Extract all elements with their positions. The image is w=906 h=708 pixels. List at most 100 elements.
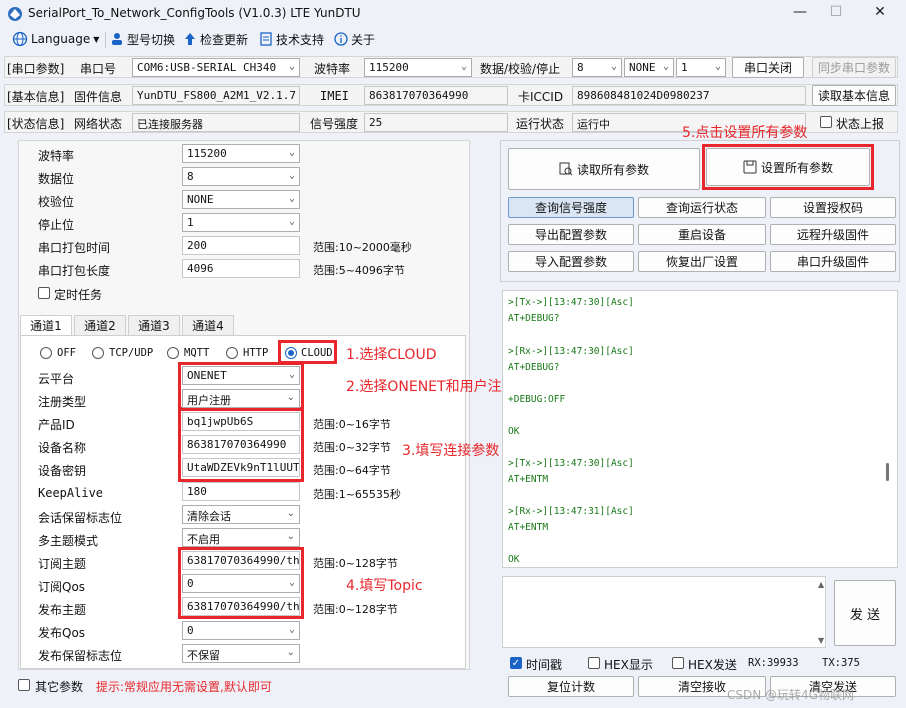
cloud-platform-select[interactable]: ONENET ⌄ [182, 366, 300, 385]
chevron-down-icon: ⌄ [714, 61, 721, 72]
left-scrollbar[interactable] [482, 140, 490, 680]
read-all-button[interactable]: 读取所有参数 [508, 148, 700, 190]
chevron-down-icon: ⌄ [288, 170, 295, 181]
databits-select[interactable]: 8 ⌄ [572, 58, 622, 77]
protocol-tcpudp-radio[interactable] [92, 347, 104, 359]
device-key-input[interactable]: UtaWDZEVk9nT1lUUTA= [182, 458, 300, 477]
serial-close-button[interactable]: 串口关闭 [732, 57, 804, 78]
model-switch-menu[interactable]: 型号切换 [110, 30, 175, 48]
pack-time-label: 串口打包时间 [38, 241, 111, 255]
send-scroll-up-icon[interactable]: ▲ [818, 580, 824, 589]
read-params-icon [559, 162, 573, 176]
keepalive-range: 范围:1~65535秒 [313, 488, 401, 501]
baud-select[interactable]: 115200 ⌄ [364, 58, 472, 77]
support-menu[interactable]: 技术支持 [259, 30, 324, 48]
uart-databits-select[interactable]: 8 ⌄ [182, 167, 300, 186]
close-button[interactable]: ✕ [866, 4, 894, 24]
parity-select[interactable]: NONE ⌄ [624, 58, 674, 77]
check-update-label: 检查更新 [200, 32, 249, 47]
dropdown-arrow-icon: ▼ [93, 34, 100, 44]
sub-qos-select[interactable]: 0 ⌄ [182, 574, 300, 593]
device-name-input[interactable]: 863817070364990 [182, 435, 300, 454]
send-button[interactable]: 发 送 [834, 580, 896, 646]
log-line: AT+DEBUG? [508, 313, 560, 324]
read-basic-info-button[interactable]: 读取基本信息 [812, 85, 896, 106]
hex-show-checkbox[interactable] [588, 657, 600, 669]
log-output[interactable]: >[Tx->][13:47:30][Asc] AT+DEBUG? >[Rx->]… [502, 290, 898, 568]
query-signal-button[interactable]: 查询信号强度 [508, 197, 634, 218]
chevron-down-icon: ⌄ [288, 577, 295, 588]
set-auth-button[interactable]: 设置授权码 [770, 197, 896, 218]
multi-topic-select[interactable]: 不启用 ⌄ [182, 528, 300, 547]
pack-time-input[interactable]: 200 [182, 236, 300, 255]
pub-qos-select[interactable]: 0 ⌄ [182, 621, 300, 640]
log-line: OK [508, 426, 520, 437]
pack-len-input[interactable]: 4096 [182, 259, 300, 278]
protocol-cloud-label: CLOUD [301, 347, 333, 359]
timestamp-checkbox[interactable]: ✓ [510, 657, 522, 669]
minimize-button[interactable]: — [786, 4, 814, 24]
log-scrollbar-thumb[interactable] [886, 463, 889, 481]
check-update-menu[interactable]: 检查更新 [183, 30, 248, 48]
log-line: AT+ENTM [508, 522, 549, 533]
signal-label: 信号强度 [310, 117, 359, 131]
send-scroll-down-icon[interactable]: ▼ [818, 636, 824, 645]
tab-channel-1[interactable]: 通道1 [20, 315, 72, 335]
send-input[interactable] [502, 576, 826, 648]
timer-task-checkbox[interactable] [38, 287, 50, 299]
tab-channel-2[interactable]: 通道2 [74, 315, 126, 335]
remote-upgrade-button[interactable]: 远程升级固件 [770, 224, 896, 245]
sub-topic-input[interactable]: 63817070364990/thin [182, 551, 300, 570]
status-report-checkbox[interactable] [820, 116, 832, 128]
chevron-down-icon: ⌄ [288, 369, 295, 380]
uart-stop-select[interactable]: 1 ⌄ [182, 213, 300, 232]
device-key-range: 范围:0~64字节 [313, 464, 391, 477]
chevron-down-icon: ⌄ [288, 216, 295, 227]
reset-count-button[interactable]: 复位计数 [508, 676, 634, 697]
about-label: 关于 [351, 32, 376, 47]
import-config-button[interactable]: 导入配置参数 [508, 251, 634, 272]
protocol-off-radio[interactable] [40, 347, 52, 359]
session-select[interactable]: 清除会话 ⌄ [182, 505, 300, 524]
product-id-input[interactable]: bq1jwpUb6S [182, 412, 300, 431]
uart-baud-select[interactable]: 115200 ⌄ [182, 144, 300, 163]
export-config-button[interactable]: 导出配置参数 [508, 224, 634, 245]
log-line: +DEBUG:OFF [508, 394, 566, 405]
imei-value: 863817070364990 [364, 86, 508, 105]
keepalive-input[interactable]: 180 [182, 482, 300, 501]
hex-send-checkbox[interactable] [672, 657, 684, 669]
document-icon [260, 32, 272, 46]
hex-send-label: HEX发送 [688, 658, 737, 672]
tab-channel-3[interactable]: 通道3 [128, 315, 180, 335]
serial-upgrade-button[interactable]: 串口升级固件 [770, 251, 896, 272]
protocol-http-radio[interactable] [226, 347, 238, 359]
restart-button[interactable]: 重启设备 [638, 224, 766, 245]
stopbits-select[interactable]: 1 ⌄ [676, 58, 726, 77]
pub-qos-label: 发布Qos [38, 626, 86, 640]
set-all-button[interactable]: 设置所有参数 [706, 148, 870, 186]
device-name-range: 范围:0~32字节 [313, 441, 391, 454]
chevron-down-icon: ⌄ [288, 624, 295, 635]
iccid-label: 卡ICCID [518, 90, 564, 104]
reg-type-select[interactable]: 用户注册 ⌄ [182, 389, 300, 408]
pub-topic-input[interactable]: 63817070364990/thin [182, 597, 300, 616]
upload-arrow-icon [185, 33, 195, 45]
other-params-label: 其它参数 [35, 680, 84, 694]
maximize-button[interactable]: ☐ [822, 4, 850, 24]
sync-serial-button[interactable]: 同步串口参数 [812, 57, 896, 78]
log-line: >[Rx->][13:47:31][Asc] [508, 506, 634, 517]
factory-reset-button[interactable]: 恢复出厂设置 [638, 251, 766, 272]
uart-parity-select[interactable]: NONE ⌄ [182, 190, 300, 209]
protocol-mqtt-radio[interactable] [167, 347, 179, 359]
protocol-off-label: OFF [57, 347, 76, 359]
port-select[interactable]: COM6:USB-SERIAL CH340 ⌄ [132, 58, 300, 77]
other-params-checkbox[interactable] [18, 679, 30, 691]
log-line: >[Tx->][13:47:30][Asc] [508, 297, 634, 308]
retain-select[interactable]: 不保留 ⌄ [182, 644, 300, 663]
protocol-cloud-radio[interactable] [285, 347, 297, 359]
language-menu[interactable]: Language ▼ [12, 30, 99, 48]
query-run-button[interactable]: 查询运行状态 [638, 197, 766, 218]
other-hint: 提示:常规应用无需设置,默认即可 [96, 680, 272, 694]
about-menu[interactable]: 关于 [334, 30, 375, 48]
tab-channel-4[interactable]: 通道4 [182, 315, 234, 335]
